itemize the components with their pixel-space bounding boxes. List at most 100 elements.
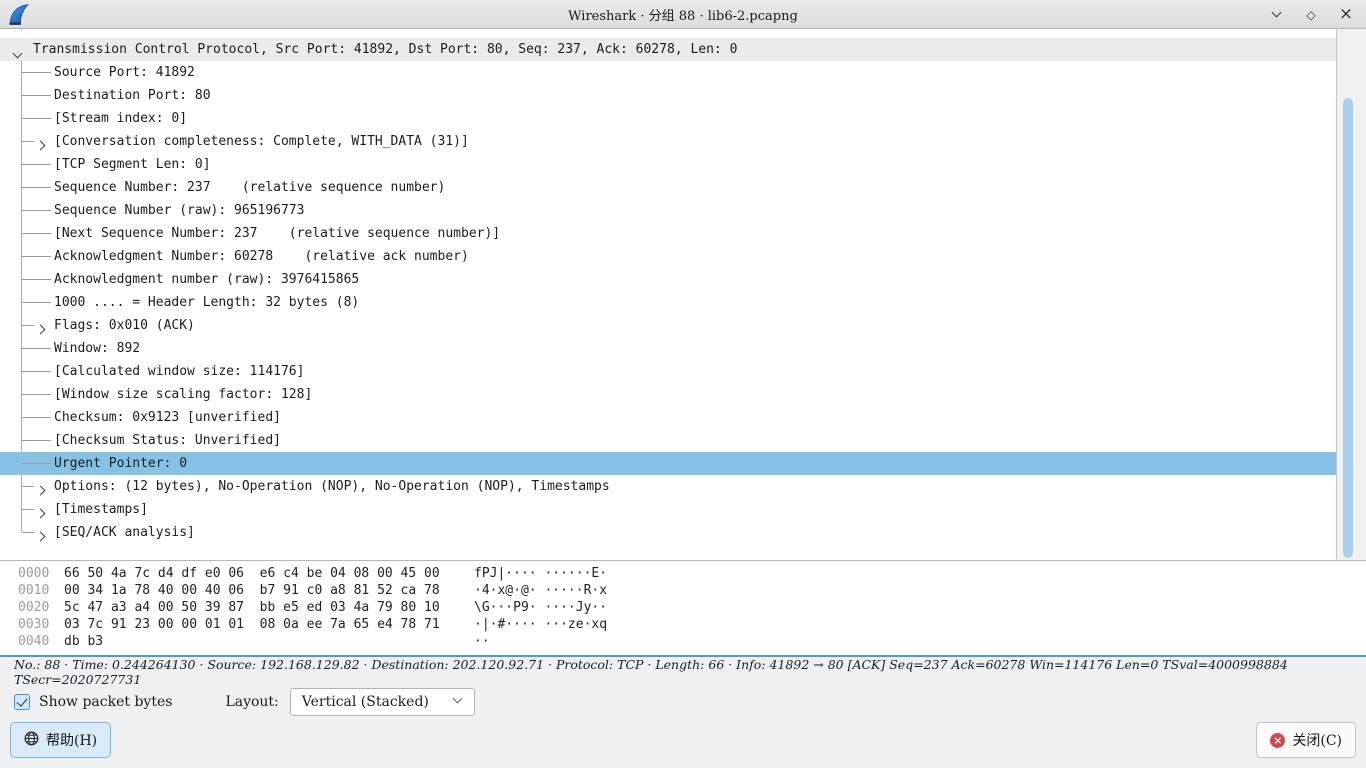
tree-row-label: [Conversation completeness: Complete, WI… — [54, 134, 469, 149]
hex-offset: 0020 — [18, 600, 64, 615]
expand-arrow-icon[interactable] — [37, 506, 44, 521]
hex-line[interactable]: 003003 7c 91 23 00 00 01 01 08 0a ee 7a … — [0, 616, 1366, 633]
minimize-icon[interactable] — [1268, 7, 1284, 23]
hex-bytes[interactable]: 5c 47 a3 a4 00 50 39 87 bb e5 ed 03 4a 7… — [64, 600, 460, 615]
hex-ascii[interactable]: \G···P9· ····Jy·· — [474, 600, 607, 615]
tree-row-label: [Timestamps] — [54, 502, 148, 517]
tree-row[interactable]: Sequence Number: 237 (relative sequence … — [0, 176, 1336, 199]
show-packet-bytes-label[interactable]: Show packet bytes — [39, 694, 172, 710]
tree-row-label: Sequence Number (raw): 965196773 — [54, 203, 304, 218]
tree-guide-line — [21, 29, 22, 30]
tree-branch-line — [22, 417, 51, 418]
packet-bytes-pane: 000066 50 4a 7c d4 df e0 06 e6 c4 be 04 … — [0, 560, 1366, 655]
tree-branch-line — [22, 72, 51, 73]
tree-row-label: Transmission Control Protocol, Src Port:… — [33, 42, 737, 57]
tree-row-label: [TCP Segment Len: 0] — [54, 157, 211, 172]
tree-row[interactable]: Destination Port: 80 — [0, 84, 1336, 107]
tree-row[interactable]: [SEQ/ACK analysis] — [0, 521, 1336, 544]
hex-line[interactable]: 001000 34 1a 78 40 00 40 06 b7 91 c0 a8 … — [0, 582, 1366, 599]
tree-row[interactable]: Urgent Pointer: 0 — [0, 452, 1336, 475]
hex-line[interactable]: 00205c 47 a3 a4 00 50 39 87 bb e5 ed 03 … — [0, 599, 1366, 616]
help-button[interactable]: 帮助(H) — [10, 722, 111, 758]
expand-arrow-icon[interactable] — [37, 529, 44, 544]
hex-line[interactable]: 0040db b3 ·· — [0, 633, 1366, 650]
hex-offset: 0040 — [18, 634, 64, 649]
hex-offset: 0030 — [18, 617, 64, 632]
maximize-icon[interactable]: ◇ — [1303, 7, 1319, 23]
tree-row-label: Acknowledgment number (raw): 3976415865 — [54, 272, 359, 287]
hex-offset: 0010 — [18, 583, 64, 598]
tree-row-label: 1000 .... = Header Length: 32 bytes (8) — [54, 295, 359, 310]
hex-bytes[interactable]: 66 50 4a 7c d4 df e0 06 e6 c4 be 04 08 0… — [64, 566, 460, 581]
tree-row[interactable]: [Next Sequence Number: 237 (relative seq… — [0, 222, 1336, 245]
tree-row[interactable]: Flags: 0x010 (ACK) — [0, 314, 1336, 337]
tree-scrollbar[interactable] — [1336, 29, 1366, 560]
tree-row[interactable]: Transmission Control Protocol, Src Port:… — [0, 38, 1336, 61]
tree-branch-line — [22, 532, 34, 533]
tree-row-label: Window: 892 — [54, 341, 140, 356]
show-packet-bytes-checkbox[interactable] — [14, 694, 30, 710]
hex-ascii[interactable]: fPJ|···· ······E· — [474, 566, 607, 581]
hex-bytes[interactable]: db b3 — [64, 634, 460, 649]
packet-status-bar: No.: 88 · Time: 0.244264130 · Source: 19… — [0, 657, 1366, 686]
tree-branch-line — [22, 371, 51, 372]
tree-row-label: Checksum: 0x9123 [unverified] — [54, 410, 281, 425]
tree-row-label: Acknowledgment Number: 60278 (relative a… — [54, 249, 469, 264]
title-bar: Wireshark · 分组 88 · lib6-2.pcapng ◇ × — [0, 0, 1366, 29]
tree-row-label: Urgent Pointer: 0 — [54, 456, 187, 471]
tree-row[interactable]: [Checksum Status: Unverified] — [0, 429, 1336, 452]
tree-branch-line — [22, 440, 51, 441]
tree-row[interactable]: [Calculated window size: 114176] — [0, 360, 1336, 383]
tree-branch-line — [22, 118, 51, 119]
packet-summary-text: No.: 88 · Time: 0.244264130 · Source: 19… — [14, 657, 1366, 687]
help-icon — [24, 731, 39, 750]
dialog-button-row: 帮助(H) × 关闭(C) — [0, 722, 1366, 762]
tree-row[interactable]: Acknowledgment number (raw): 3976415865 — [0, 268, 1336, 291]
tree-row[interactable]: [Stream index: 0] — [0, 107, 1336, 130]
tree-row-label: [Stream index: 0] — [54, 111, 187, 126]
tree-branch-line — [22, 95, 51, 96]
tree-row[interactable]: Acknowledgment Number: 60278 (relative a… — [0, 245, 1336, 268]
tree-row-label: [SEQ/ACK analysis] — [54, 525, 195, 540]
close-button-label: 关闭(C) — [1292, 730, 1342, 750]
tree-branch-line — [22, 486, 34, 487]
tree-row[interactable]: [TCP Segment Len: 0] — [0, 153, 1336, 176]
close-icon: × — [1270, 733, 1285, 748]
collapse-arrow-icon[interactable] — [14, 46, 21, 61]
tree-row[interactable]: Window: 892 — [0, 337, 1336, 360]
hex-bytes[interactable]: 00 34 1a 78 40 00 40 06 b7 91 c0 a8 81 5… — [64, 583, 460, 598]
expand-arrow-icon[interactable] — [37, 483, 44, 498]
hex-ascii[interactable]: ·· — [474, 634, 490, 649]
hex-offset: 0000 — [18, 566, 64, 581]
hex-bytes[interactable]: 03 7c 91 23 00 00 01 01 08 0a ee 7a 65 e… — [64, 617, 460, 632]
close-button[interactable]: × 关闭(C) — [1256, 722, 1356, 758]
tree-branch-line — [22, 463, 51, 464]
hex-ascii[interactable]: ·|·#···· ···ze·xq — [474, 617, 607, 632]
expand-arrow-icon[interactable] — [37, 138, 44, 153]
tree-row[interactable]: Sequence Number (raw): 965196773 — [0, 199, 1336, 222]
layout-label: Layout: — [225, 694, 278, 710]
tree-row[interactable]: Checksum: 0x9123 [unverified] — [0, 406, 1336, 429]
hex-line[interactable]: 000066 50 4a 7c d4 df e0 06 e6 c4 be 04 … — [0, 565, 1366, 582]
tree-branch-line — [22, 233, 51, 234]
tree-row[interactable]: Options: (12 bytes), No-Operation (NOP),… — [0, 475, 1336, 498]
tree-branch-line — [22, 279, 51, 280]
tree-row[interactable]: Source Port: 41892 — [0, 61, 1336, 84]
chevron-down-icon — [452, 694, 462, 704]
layout-select[interactable]: Vertical (Stacked) — [290, 688, 475, 716]
tree-row[interactable]: [Timestamps] — [0, 498, 1336, 521]
tree-row-label: Options: (12 bytes), No-Operation (NOP),… — [54, 479, 610, 494]
packet-detail-tree: Transmission Control Protocol, Src Port:… — [0, 29, 1336, 560]
tree-row-label: [Window size scaling factor: 128] — [54, 387, 312, 402]
expand-arrow-icon[interactable] — [37, 322, 44, 337]
tree-row[interactable]: 1000 .... = Header Length: 32 bytes (8) — [0, 291, 1336, 314]
tree-branch-line — [22, 256, 51, 257]
close-window-icon[interactable]: × — [1338, 7, 1354, 23]
tree-row[interactable]: [Window size scaling factor: 128] — [0, 383, 1336, 406]
tree-branch-line — [22, 325, 34, 326]
tree-branch-line — [22, 210, 51, 211]
tree-row[interactable]: [Conversation completeness: Complete, WI… — [0, 130, 1336, 153]
scrollbar-thumb[interactable] — [1343, 98, 1353, 558]
tree-branch-line — [22, 141, 34, 142]
hex-ascii[interactable]: ·4·x@·@· ·····R·x — [474, 583, 607, 598]
